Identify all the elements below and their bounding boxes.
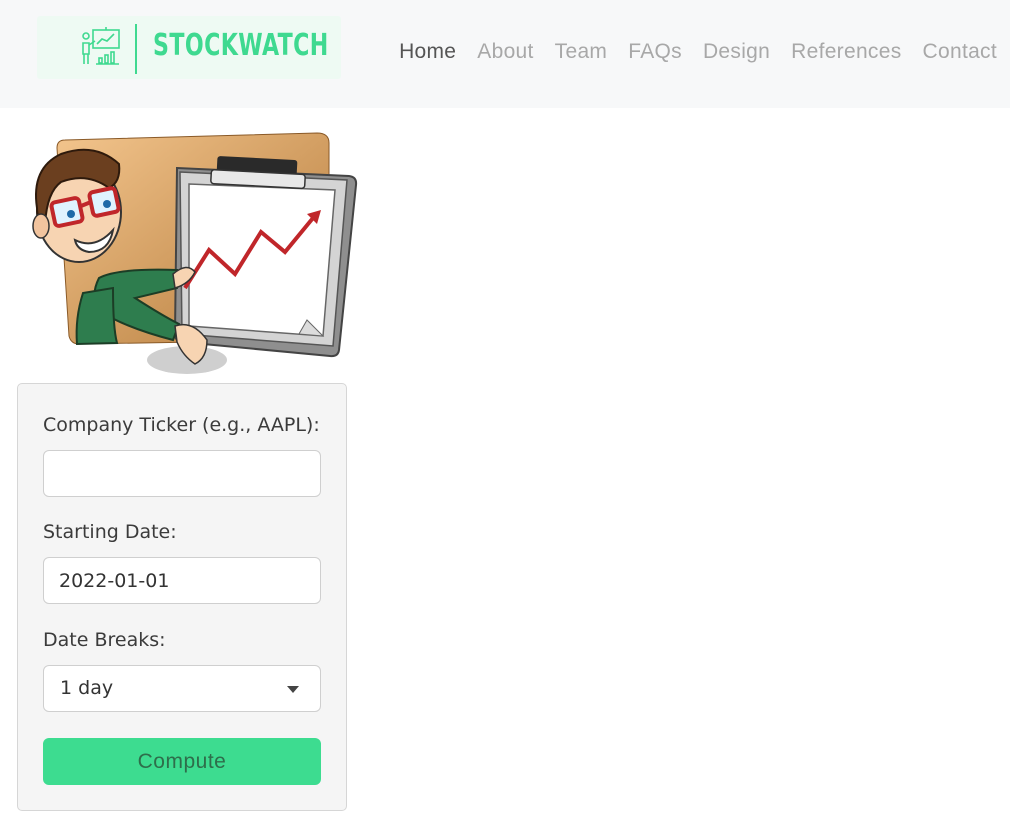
caret-down-icon xyxy=(287,686,299,693)
nav-link-contact[interactable]: Contact xyxy=(923,40,997,64)
ticker-input[interactable] xyxy=(43,450,321,497)
nav-link-about[interactable]: About xyxy=(477,40,533,64)
nav-link-references[interactable]: References xyxy=(791,40,901,64)
ticker-label: Company Ticker (e.g., AAPL): xyxy=(43,414,320,436)
navbar: STOCKWATCH Home About Team FAQs Design R… xyxy=(0,0,1010,108)
compute-button[interactable]: Compute xyxy=(43,738,321,785)
stock-form-card: Company Ticker (e.g., AAPL): Starting Da… xyxy=(17,383,347,811)
nav-link-home[interactable]: Home xyxy=(399,40,456,64)
nav-menu: Home About Team FAQs Design References C… xyxy=(399,40,997,64)
hero-illustration xyxy=(32,132,358,374)
date-breaks-value: 1 day xyxy=(60,677,114,699)
brand-logo[interactable]: STOCKWATCH xyxy=(37,16,341,79)
date-breaks-label: Date Breaks: xyxy=(43,629,166,651)
brand-name: STOCKWATCH xyxy=(153,28,329,63)
nav-link-design[interactable]: Design xyxy=(703,40,770,64)
presentation-chart-icon xyxy=(82,27,120,65)
start-date-label: Starting Date: xyxy=(43,521,177,543)
date-breaks-select[interactable]: 1 day xyxy=(43,665,321,712)
start-date-input[interactable] xyxy=(43,557,321,604)
nav-link-team[interactable]: Team xyxy=(555,40,608,64)
brand-divider xyxy=(135,24,137,74)
nav-link-faqs[interactable]: FAQs xyxy=(628,40,682,64)
